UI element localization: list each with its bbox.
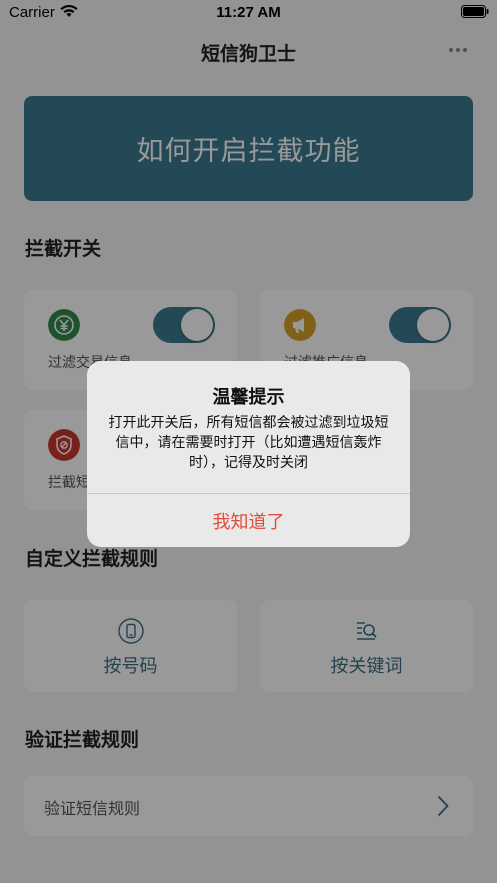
alert-title: 温馨提示 bbox=[212, 387, 285, 408]
alert-dialog: 温馨提示 打开此开关后，所有短信都会被过滤到垃圾短信中，请在需要时打开（比如遭遇… bbox=[87, 361, 410, 547]
acknowledge-button[interactable]: 我知道了 bbox=[87, 494, 410, 547]
alert-message: 打开此开关后，所有短信都会被过滤到垃圾短信中，请在需要时打开（比如遭遇短信轰炸时… bbox=[108, 415, 389, 471]
